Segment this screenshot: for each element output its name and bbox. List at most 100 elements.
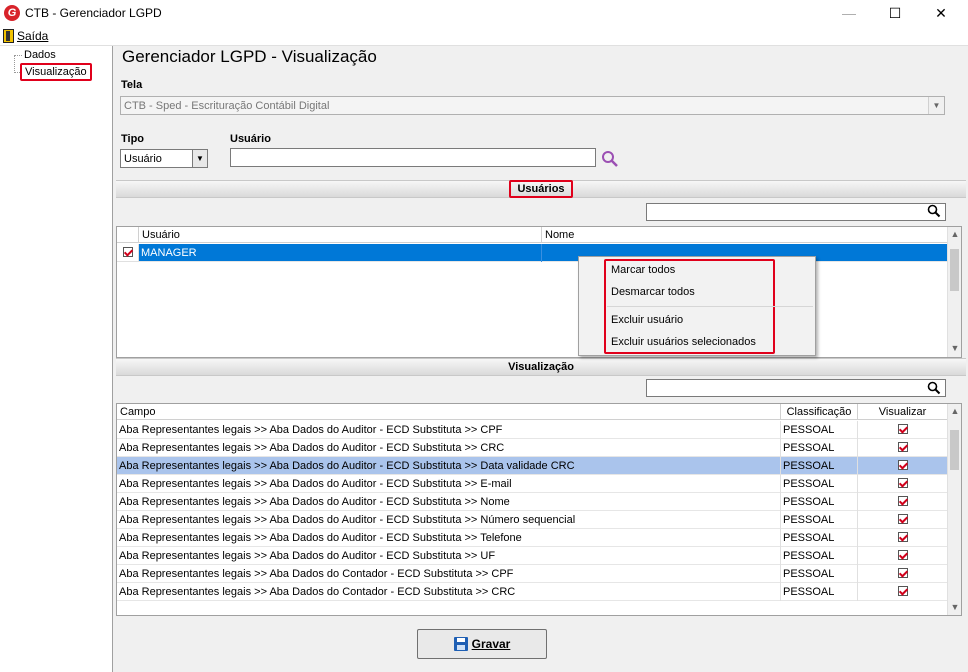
search-icon[interactable]: [927, 381, 941, 395]
cell-visualizar[interactable]: [858, 493, 947, 511]
cell-campo: Aba Representantes legais >> Aba Dados d…: [117, 529, 781, 547]
checkbox-checked-icon[interactable]: [122, 247, 133, 257]
scroll-down-icon[interactable]: ▼: [948, 600, 961, 614]
minimize-button[interactable]: —: [826, 0, 872, 26]
cell-visualizar[interactable]: [858, 583, 947, 601]
menu-separator: [607, 306, 813, 307]
cell-visualizar[interactable]: [858, 511, 947, 529]
table-row[interactable]: Aba Representantes legais >> Aba Dados d…: [117, 475, 947, 493]
table-row[interactable]: Aba Representantes legais >> Aba Dados d…: [117, 547, 947, 565]
cell-classificacao: PESSOAL: [781, 421, 858, 439]
checkbox-checked-icon[interactable]: [897, 496, 908, 506]
cell-campo: Aba Representantes legais >> Aba Dados d…: [117, 421, 781, 439]
grid-header-classificacao[interactable]: Classificação: [781, 404, 858, 420]
visualizacao-grid-header: Campo Classificação Visualizar: [117, 404, 947, 420]
checkbox-checked-icon[interactable]: [897, 460, 908, 470]
cell-classificacao: PESSOAL: [781, 547, 858, 565]
grid-header-nome[interactable]: Nome: [542, 227, 948, 243]
cell-visualizar[interactable]: [858, 547, 947, 565]
cell-campo: Aba Representantes legais >> Aba Dados d…: [117, 583, 781, 601]
tree-connector: [14, 55, 15, 73]
cell-classificacao: PESSOAL: [781, 475, 858, 493]
cell-visualizar[interactable]: [858, 475, 947, 493]
scroll-thumb[interactable]: [950, 430, 959, 470]
sidebar-item-visualizacao[interactable]: Visualização: [20, 63, 92, 81]
row-checkbox[interactable]: [117, 244, 139, 262]
grid-header-check: [117, 227, 139, 243]
table-row[interactable]: Aba Representantes legais >> Aba Dados d…: [117, 583, 947, 601]
visualizacao-section-header: Visualização: [116, 358, 966, 376]
visualizacao-section-title: Visualização: [508, 361, 574, 373]
visualizacao-grid: Campo Classificação Visualizar Aba Repre…: [116, 403, 962, 616]
menu-item-desmarcar-todos[interactable]: Desmarcar todos: [611, 286, 695, 298]
grid-header-usuario[interactable]: Usuário: [139, 227, 542, 243]
scroll-up-icon[interactable]: ▲: [948, 227, 961, 241]
table-row[interactable]: Aba Representantes legais >> Aba Dados d…: [117, 511, 947, 529]
tela-select[interactable]: CTB - Sped - Escrituração Contábil Digit…: [120, 96, 945, 115]
save-button-label: Gravar: [471, 637, 511, 651]
table-row[interactable]: MANAGER: [117, 244, 947, 262]
visualizacao-filter-input[interactable]: [646, 379, 946, 397]
table-row[interactable]: Aba Representantes legais >> Aba Dados d…: [117, 439, 947, 457]
checkbox-checked-icon[interactable]: [897, 442, 908, 452]
cell-campo: Aba Representantes legais >> Aba Dados d…: [117, 511, 781, 529]
tela-value: CTB - Sped - Escrituração Contábil Digit…: [124, 100, 330, 112]
table-row[interactable]: Aba Representantes legais >> Aba Dados d…: [117, 565, 947, 583]
table-row[interactable]: Aba Representantes legais >> Aba Dados d…: [117, 529, 947, 547]
floppy-disk-icon: [453, 637, 468, 651]
grid-header-campo[interactable]: Campo: [117, 404, 781, 420]
usuario-input[interactable]: [230, 148, 596, 167]
visualizacao-scrollbar[interactable]: ▲ ▼: [947, 404, 961, 615]
cell-campo: Aba Representantes legais >> Aba Dados d…: [117, 439, 781, 457]
table-row[interactable]: Aba Representantes legais >> Aba Dados d…: [117, 421, 947, 439]
cell-visualizar[interactable]: [858, 529, 947, 547]
search-icon[interactable]: [601, 150, 619, 168]
cell-visualizar[interactable]: [858, 565, 947, 583]
save-button[interactable]: Gravar: [417, 629, 547, 659]
scroll-down-icon[interactable]: ▼: [948, 341, 961, 355]
tipo-value: Usuário: [124, 153, 162, 165]
checkbox-checked-icon[interactable]: [897, 514, 908, 524]
cell-campo: Aba Representantes legais >> Aba Dados d…: [117, 547, 781, 565]
scroll-thumb[interactable]: [950, 249, 959, 291]
checkbox-checked-icon[interactable]: [897, 478, 908, 488]
scroll-up-icon[interactable]: ▲: [948, 404, 961, 418]
usuarios-grid-header: Usuário Nome: [117, 227, 948, 243]
chevron-down-icon: ▼: [192, 150, 207, 167]
exit-door-icon: [3, 29, 14, 43]
grid-header-visualizar[interactable]: Visualizar: [858, 404, 947, 420]
usuario-label: Usuário: [230, 133, 271, 145]
menu-item-marcar-todos[interactable]: Marcar todos: [611, 264, 675, 276]
menu-item-excluir-selecionados[interactable]: Excluir usuários selecionados: [611, 336, 756, 348]
maximize-button[interactable]: ☐: [872, 0, 918, 26]
cell-visualizar[interactable]: [858, 457, 947, 475]
cell-visualizar[interactable]: [858, 421, 947, 439]
cell-classificacao: PESSOAL: [781, 529, 858, 547]
table-row[interactable]: Aba Representantes legais >> Aba Dados d…: [117, 493, 947, 511]
checkbox-checked-icon[interactable]: [897, 568, 908, 578]
cell-campo: Aba Representantes legais >> Aba Dados d…: [117, 475, 781, 493]
window-title: CTB - Gerenciador LGPD: [25, 6, 162, 20]
cell-campo: Aba Representantes legais >> Aba Dados d…: [117, 565, 781, 583]
cell-campo: Aba Representantes legais >> Aba Dados d…: [117, 457, 781, 475]
checkbox-checked-icon[interactable]: [897, 532, 908, 542]
usuarios-filter-input[interactable]: [646, 203, 946, 221]
checkbox-checked-icon[interactable]: [897, 550, 908, 560]
usuarios-scrollbar[interactable]: ▲ ▼: [947, 227, 961, 357]
cell-visualizar[interactable]: [858, 439, 947, 457]
search-icon[interactable]: [927, 204, 941, 218]
checkbox-checked-icon[interactable]: [897, 424, 908, 434]
table-row[interactable]: Aba Representantes legais >> Aba Dados d…: [117, 457, 947, 475]
checkbox-checked-icon[interactable]: [897, 586, 908, 596]
cell-classificacao: PESSOAL: [781, 493, 858, 511]
close-button[interactable]: ✕: [918, 0, 964, 26]
title-bar: G CTB - Gerenciador LGPD — ☐ ✕: [0, 0, 968, 26]
menu-bar: Saída: [0, 26, 968, 46]
menu-exit[interactable]: Saída: [3, 29, 48, 43]
cell-classificacao: PESSOAL: [781, 565, 858, 583]
tipo-select[interactable]: Usuário ▼: [120, 149, 208, 168]
menu-item-excluir-usuario[interactable]: Excluir usuário: [611, 314, 683, 326]
cell-usuario: MANAGER: [139, 244, 542, 262]
sidebar-tree: Dados Visualização: [0, 46, 113, 672]
sidebar-item-dados[interactable]: Dados: [23, 49, 57, 61]
